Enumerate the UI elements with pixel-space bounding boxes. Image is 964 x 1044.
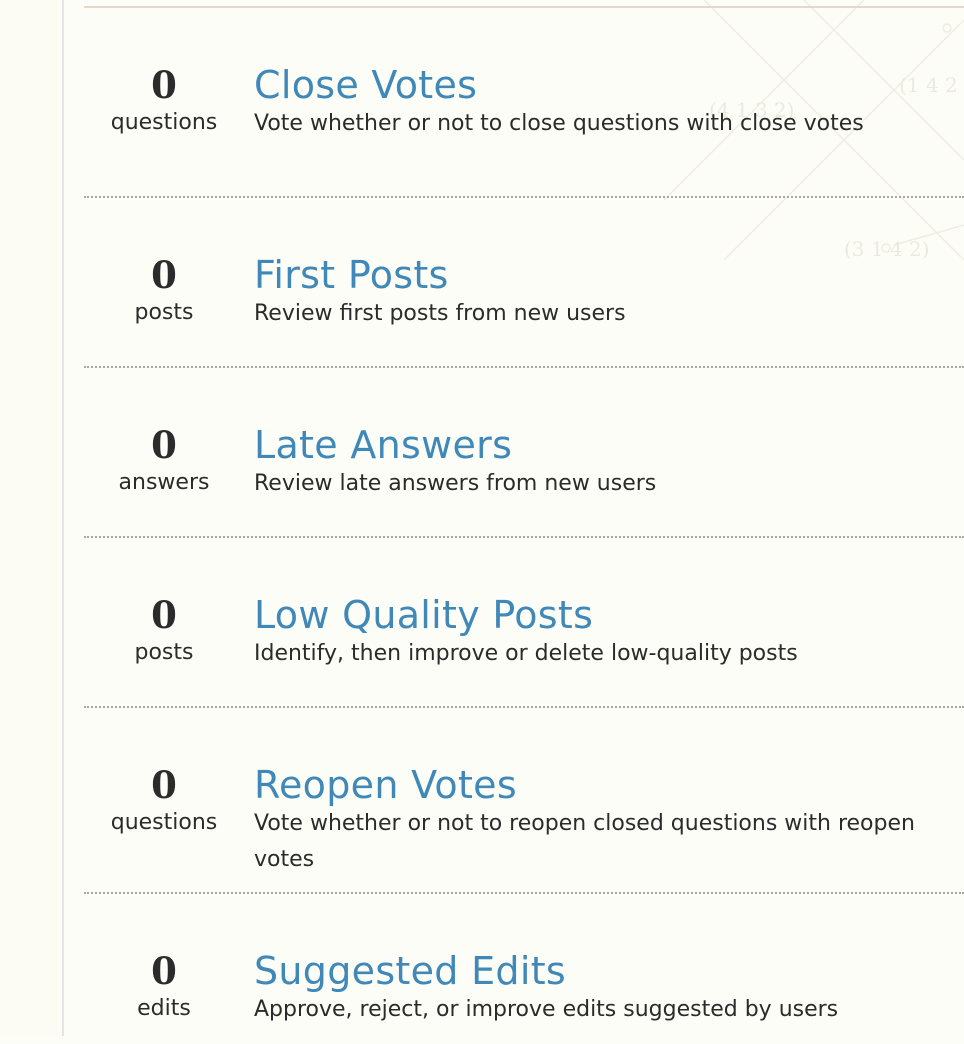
count-column: 0 posts bbox=[84, 593, 244, 670]
review-count: 0 bbox=[151, 253, 177, 297]
review-description: Review late answers from new users bbox=[254, 471, 657, 496]
review-count: 0 bbox=[151, 63, 177, 107]
count-column: 0 answers bbox=[84, 423, 244, 500]
review-row-close-votes: 0 questions Close Votes Vote whether or … bbox=[84, 8, 964, 198]
count-column: 0 questions bbox=[84, 63, 244, 140]
review-count: 0 bbox=[151, 763, 177, 807]
info-column: Late Answers Review late answers from ne… bbox=[244, 423, 964, 502]
low-quality-posts-link[interactable]: Low Quality Posts bbox=[254, 593, 593, 637]
review-description: Review first posts from new users bbox=[254, 301, 626, 326]
close-votes-link[interactable]: Close Votes bbox=[254, 63, 477, 107]
review-row-first-posts: 0 posts First Posts Review first posts f… bbox=[84, 198, 964, 368]
review-count: 0 bbox=[151, 949, 177, 993]
review-row-late-answers: 0 answers Late Answers Review late answe… bbox=[84, 368, 964, 538]
info-column: Reopen Votes Vote whether or not to reop… bbox=[244, 763, 964, 878]
reopen-votes-link[interactable]: Reopen Votes bbox=[254, 763, 517, 807]
review-row-low-quality-posts: 0 posts Low Quality Posts Identify, then… bbox=[84, 538, 964, 708]
review-count-unit: questions bbox=[110, 810, 218, 835]
review-description: Identify, then improve or delete low-qua… bbox=[254, 641, 798, 666]
left-sidebar bbox=[0, 0, 64, 1036]
review-count: 0 bbox=[151, 423, 177, 467]
suggested-edits-link[interactable]: Suggested Edits bbox=[254, 949, 566, 993]
count-column: 0 posts bbox=[84, 253, 244, 330]
review-description: Vote whether or not to reopen closed que… bbox=[254, 811, 915, 872]
review-count-unit: posts bbox=[134, 300, 194, 325]
review-count-unit: questions bbox=[110, 110, 218, 135]
info-column: Low Quality Posts Identify, then improve… bbox=[244, 593, 964, 672]
info-column: First Posts Review first posts from new … bbox=[244, 253, 964, 332]
review-row-reopen-votes: 0 questions Reopen Votes Vote whether or… bbox=[84, 708, 964, 894]
review-description: Vote whether or not to close questions w… bbox=[254, 111, 864, 136]
info-column: Close Votes Vote whether or not to close… bbox=[244, 63, 964, 142]
review-count-unit: answers bbox=[118, 470, 210, 495]
review-row-suggested-edits: 0 edits Suggested Edits Approve, reject,… bbox=[84, 894, 964, 1044]
count-column: 0 questions bbox=[84, 763, 244, 840]
count-column: 0 edits bbox=[84, 949, 244, 1026]
late-answers-link[interactable]: Late Answers bbox=[254, 423, 512, 467]
review-count-unit: posts bbox=[134, 640, 194, 665]
info-column: Suggested Edits Approve, reject, or impr… bbox=[244, 949, 964, 1028]
review-count: 0 bbox=[151, 593, 177, 637]
review-count-unit: edits bbox=[137, 996, 191, 1021]
review-queue-list: 0 questions Close Votes Vote whether or … bbox=[84, 6, 964, 1044]
review-description: Approve, reject, or improve edits sugges… bbox=[254, 997, 839, 1022]
first-posts-link[interactable]: First Posts bbox=[254, 253, 449, 297]
